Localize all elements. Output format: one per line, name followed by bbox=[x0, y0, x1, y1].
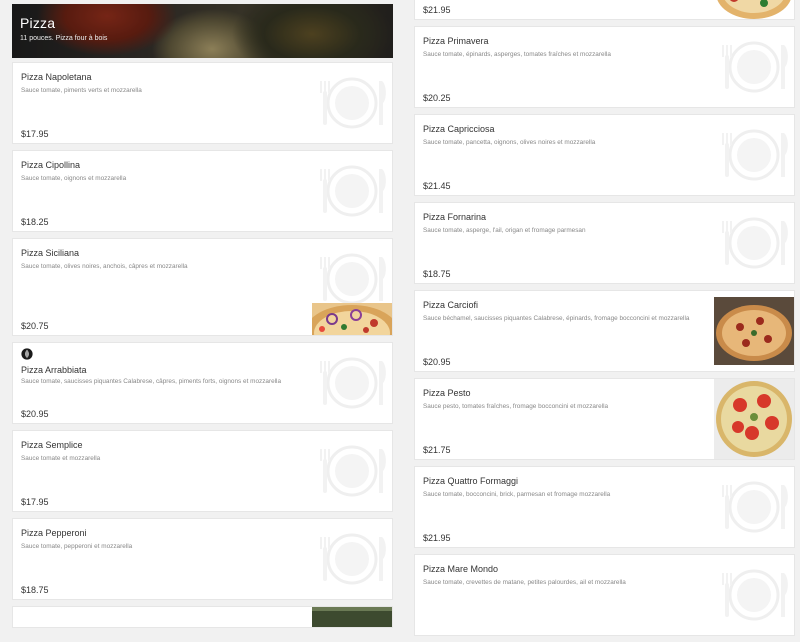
menu-item-card[interactable]: Pizza Siciliana Sauce tomate, olives noi… bbox=[12, 238, 393, 336]
menu-item-card[interactable]: Pizza Arrabbiata Sauce tomate, saucisses… bbox=[12, 342, 393, 424]
menu-item-card[interactable]: Pizza Mare Mondo Sauce tomate, crevettes… bbox=[414, 554, 795, 636]
item-price: $20.95 bbox=[423, 357, 451, 367]
item-description: Sauce tomate, asperge, l'ail, origan et … bbox=[423, 227, 586, 234]
item-name: Pizza Capricciosa bbox=[423, 124, 495, 134]
header-image bbox=[12, 4, 393, 58]
plate-fork-knife-icon bbox=[714, 203, 794, 283]
plate-fork-knife-icon bbox=[312, 519, 392, 599]
item-description: Sauce tomate, piments verts et mozzarell… bbox=[21, 87, 142, 94]
item-price: $18.75 bbox=[21, 585, 49, 595]
item-name: Pizza Arrabbiata bbox=[21, 365, 87, 375]
menu-item-card[interactable]: Pizza Semplice Sauce tomate et mozzarell… bbox=[12, 430, 393, 512]
item-price: $21.95 bbox=[423, 5, 451, 15]
plate-fork-knife-icon bbox=[312, 151, 392, 231]
menu-item-card[interactable]: Pizza Primavera Sauce tomate, épinards, … bbox=[414, 26, 795, 108]
item-name: Pizza Siciliana bbox=[21, 248, 80, 258]
item-description: Sauce tomate, olives noires, anchois, câ… bbox=[21, 263, 188, 270]
menu-item-card[interactable] bbox=[12, 606, 393, 628]
plate-fork-knife-icon bbox=[312, 343, 392, 423]
plate-fork-knife-icon bbox=[714, 115, 794, 195]
menu-item-card[interactable]: Pizza Capricciosa Sauce tomate, pancetta… bbox=[414, 114, 795, 196]
item-description: Sauce tomate, saucisses piquantes Calabr… bbox=[21, 378, 282, 385]
menu-item-card[interactable]: Pizza Quattro Formaggi Sauce tomate, boc… bbox=[414, 466, 795, 548]
pizza-photo[interactable] bbox=[306, 303, 392, 335]
category-header: Pizza 11 pouces. Pizza four à bois bbox=[12, 4, 393, 58]
item-price: $21.75 bbox=[423, 445, 451, 455]
item-description: Sauce tomate, crevettes de matane, petit… bbox=[423, 579, 626, 586]
item-price: $21.45 bbox=[423, 181, 451, 191]
menu-column-right: $21.95 Pizza Primavera Sauce tomate, épi… bbox=[414, 0, 795, 642]
item-name: Pizza Quattro Formaggi bbox=[423, 476, 519, 486]
item-name: Pizza Pesto bbox=[423, 388, 471, 398]
item-description: Sauce pesto, tomates fraîches, fromage b… bbox=[423, 403, 609, 410]
item-name: Pizza Primavera bbox=[423, 36, 489, 46]
pizza-photo[interactable] bbox=[714, 379, 794, 459]
item-name: Pizza Fornarina bbox=[423, 212, 487, 222]
item-price: $18.75 bbox=[423, 269, 451, 279]
item-price: $20.75 bbox=[21, 321, 49, 331]
menu-item-card[interactable]: Pizza Pesto Sauce pesto, tomates fraîche… bbox=[414, 378, 795, 460]
item-description: Sauce béchamel, saucisses piquantes Cala… bbox=[423, 315, 690, 322]
plate-fork-knife-icon bbox=[714, 555, 794, 635]
menu-item-card[interactable]: Pizza Carciofi Sauce béchamel, saucisses… bbox=[414, 290, 795, 372]
item-price: $20.25 bbox=[423, 93, 451, 103]
plate-fork-knife-icon bbox=[312, 63, 392, 143]
item-price: $20.95 bbox=[21, 409, 49, 419]
pizza-photo[interactable] bbox=[714, 297, 794, 365]
item-name: Pizza Carciofi bbox=[423, 300, 479, 310]
item-name: Pizza Napoletana bbox=[21, 72, 92, 82]
plate-fork-knife-icon bbox=[714, 467, 794, 547]
item-description: Sauce tomate, pepperoni et mozzarella bbox=[21, 543, 133, 550]
item-price: $21.95 bbox=[423, 533, 451, 543]
category-subtitle: 11 pouces. Pizza four à bois bbox=[20, 35, 108, 42]
category-title: Pizza bbox=[20, 15, 56, 31]
item-price: $17.95 bbox=[21, 497, 49, 507]
item-description: Sauce tomate, oignons et mozzarella bbox=[21, 175, 127, 182]
item-description: Sauce tomate, pancetta, oignons, olives … bbox=[423, 139, 596, 146]
item-description: Sauce tomate, bocconcini, brick, parmesa… bbox=[423, 491, 611, 498]
item-price: $17.95 bbox=[21, 129, 49, 139]
leaf-icon bbox=[21, 348, 33, 360]
item-price: $18.25 bbox=[21, 217, 49, 227]
pizza-photo[interactable] bbox=[312, 607, 392, 627]
menu-column-left: Pizza 11 pouces. Pizza four à bois Pizza… bbox=[12, 0, 393, 634]
item-name: Pizza Pepperoni bbox=[21, 528, 87, 538]
menu-item-card[interactable]: Pizza Napoletana Sauce tomate, piments v… bbox=[12, 62, 393, 144]
item-name: Pizza Mare Mondo bbox=[423, 564, 499, 574]
menu-item-card[interactable]: $21.95 bbox=[414, 0, 795, 20]
menu-item-card[interactable]: Pizza Cipollina Sauce tomate, oignons et… bbox=[12, 150, 393, 232]
item-description: Sauce tomate et mozzarella bbox=[21, 455, 101, 462]
menu-item-card[interactable]: Pizza Pepperoni Sauce tomate, pepperoni … bbox=[12, 518, 393, 600]
item-name: Pizza Semplice bbox=[21, 440, 83, 450]
item-description: Sauce tomate, épinards, asperges, tomate… bbox=[423, 51, 611, 58]
pizza-photo[interactable] bbox=[714, 0, 794, 19]
menu-item-card[interactable]: Pizza Fornarina Sauce tomate, asperge, l… bbox=[414, 202, 795, 284]
plate-fork-knife-icon bbox=[312, 431, 392, 511]
item-name: Pizza Cipollina bbox=[21, 160, 81, 170]
plate-fork-knife-icon bbox=[714, 27, 794, 107]
